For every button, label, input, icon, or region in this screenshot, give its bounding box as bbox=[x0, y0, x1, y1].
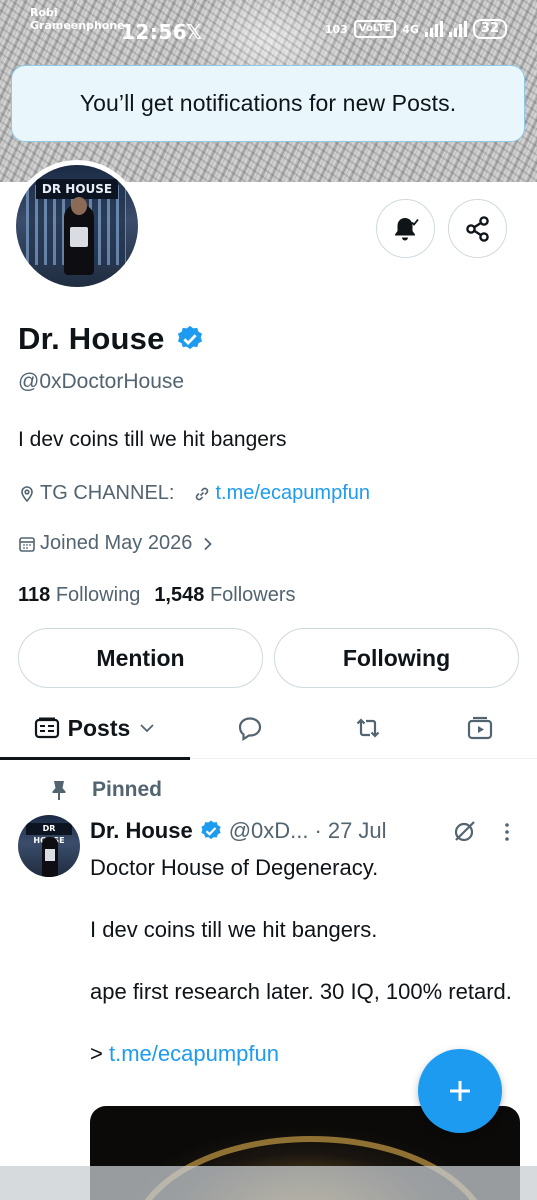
post-author-handle[interactable]: @0xD... bbox=[229, 818, 309, 844]
followers-stat-label: Followers bbox=[209, 584, 296, 606]
post-header: Dr. House @0xD... · 27 Jul bbox=[90, 818, 387, 844]
replies-icon bbox=[238, 717, 262, 742]
carrier-names: Robi Grameenphone bbox=[30, 6, 125, 32]
location-text: TG CHANNEL: bbox=[40, 482, 175, 504]
follow-stats: 118 Following 1,548 Followers bbox=[18, 584, 296, 607]
tab-replies[interactable] bbox=[222, 697, 278, 759]
data-speed: 103 bbox=[324, 22, 348, 36]
post-link[interactable]: t.me/ecapumpfun bbox=[109, 1041, 279, 1066]
grok-icon[interactable] bbox=[452, 818, 478, 844]
post-avatar-sign: DR HOUSE bbox=[26, 823, 72, 845]
verified-badge-icon[interactable] bbox=[175, 324, 205, 354]
post-quote-prefix: > bbox=[90, 1041, 103, 1066]
profile-tabs: Posts bbox=[0, 697, 537, 760]
toast-text: You’ll get notifications for new Posts. bbox=[79, 90, 457, 116]
system-nav-bar bbox=[0, 1166, 537, 1200]
following-count: 118 bbox=[18, 584, 51, 606]
media-icon bbox=[467, 716, 493, 740]
website-link[interactable]: t.me/ecapumpfun bbox=[215, 482, 370, 505]
following-stat[interactable]: 118 Following bbox=[18, 584, 140, 607]
plus-icon bbox=[450, 1081, 470, 1101]
post-line-3: ape first research later. 30 IQ, 100% re… bbox=[90, 979, 512, 1004]
share-button[interactable] bbox=[448, 199, 507, 258]
avatar[interactable]: DR HOUSE bbox=[16, 165, 138, 287]
followers-stat[interactable]: 1,548 Followers bbox=[154, 584, 295, 607]
profile-handle: @0xDoctorHouse bbox=[18, 370, 185, 393]
status-icons: 103 VoLTE 4G 32 bbox=[325, 19, 507, 39]
post-date[interactable]: 27 Jul bbox=[328, 818, 387, 844]
profile-location-row: TG CHANNEL: t.me/ecapumpfun bbox=[18, 482, 370, 505]
compose-post-button[interactable] bbox=[418, 1049, 502, 1133]
profile-joined-row[interactable]: Joined May 2026 bbox=[18, 532, 216, 555]
reposts-icon bbox=[356, 718, 380, 738]
profile-bio: I dev coins till we hit bangers bbox=[18, 428, 287, 451]
post-avatar-shirt bbox=[45, 849, 55, 861]
more-options-icon[interactable] bbox=[499, 820, 515, 844]
post-author-name[interactable]: Dr. House bbox=[90, 818, 193, 844]
mention-button[interactable]: Mention bbox=[18, 628, 263, 688]
display-name: Dr. House bbox=[18, 321, 165, 356]
post-line-2: I dev coins till we hit bangers. bbox=[90, 917, 378, 942]
profile-avatar-ring[interactable]: DR HOUSE bbox=[11, 160, 143, 292]
network-type: 4G bbox=[402, 22, 419, 36]
avatar-sign: DR HOUSE bbox=[36, 179, 118, 199]
posts-icon bbox=[34, 717, 59, 739]
signal-icon bbox=[424, 21, 443, 37]
bell-check-icon bbox=[394, 217, 419, 240]
location-pin-icon bbox=[21, 485, 33, 502]
battery-icon: 32 bbox=[472, 19, 507, 39]
notification-toast: You’ll get notifications for new Posts. bbox=[11, 65, 525, 142]
joined-text: Joined May 2026 bbox=[40, 532, 193, 554]
carrier-1: Robi bbox=[30, 6, 58, 19]
post-author-avatar[interactable]: DR HOUSE bbox=[18, 815, 80, 877]
status-bar: Robi Grameenphone 12:56 𝕏 103 VoLTE 4G 3… bbox=[0, 0, 537, 50]
profile-name-row: Dr. House bbox=[18, 321, 205, 357]
verified-badge-icon bbox=[201, 820, 221, 840]
signal-icon-2 bbox=[448, 21, 467, 37]
clock: 12:56 bbox=[121, 20, 188, 44]
volte-badge: VoLTE bbox=[353, 20, 397, 38]
pinned-indicator: Pinned bbox=[50, 778, 162, 802]
avatar-head bbox=[71, 197, 87, 215]
post-line-1: Doctor House of Degeneracy. bbox=[90, 855, 379, 880]
link-icon bbox=[196, 487, 209, 500]
tab-posts-label: Posts bbox=[67, 714, 131, 741]
following-button[interactable]: Following bbox=[274, 628, 519, 688]
pin-icon bbox=[52, 781, 66, 800]
notifications-bell-button[interactable] bbox=[376, 199, 435, 258]
followers-count: 1,548 bbox=[154, 584, 205, 606]
carrier-2: Grameenphone bbox=[30, 19, 125, 32]
following-stat-label: Following bbox=[55, 584, 141, 606]
post-text[interactable]: Doctor House of Degeneracy. I dev coins … bbox=[90, 852, 520, 1069]
chevron-down-icon bbox=[140, 724, 154, 733]
tab-reposts[interactable] bbox=[340, 697, 396, 759]
tab-posts[interactable]: Posts bbox=[0, 697, 190, 760]
post-separator: · bbox=[314, 818, 322, 843]
pinned-label: Pinned bbox=[92, 778, 163, 801]
calendar-icon bbox=[19, 536, 35, 552]
avatar-shirt bbox=[70, 227, 88, 247]
x-logo-icon: 𝕏 bbox=[186, 20, 203, 44]
share-icon bbox=[465, 215, 489, 242]
tab-media[interactable] bbox=[452, 697, 508, 759]
chevron-right-icon bbox=[204, 537, 213, 550]
